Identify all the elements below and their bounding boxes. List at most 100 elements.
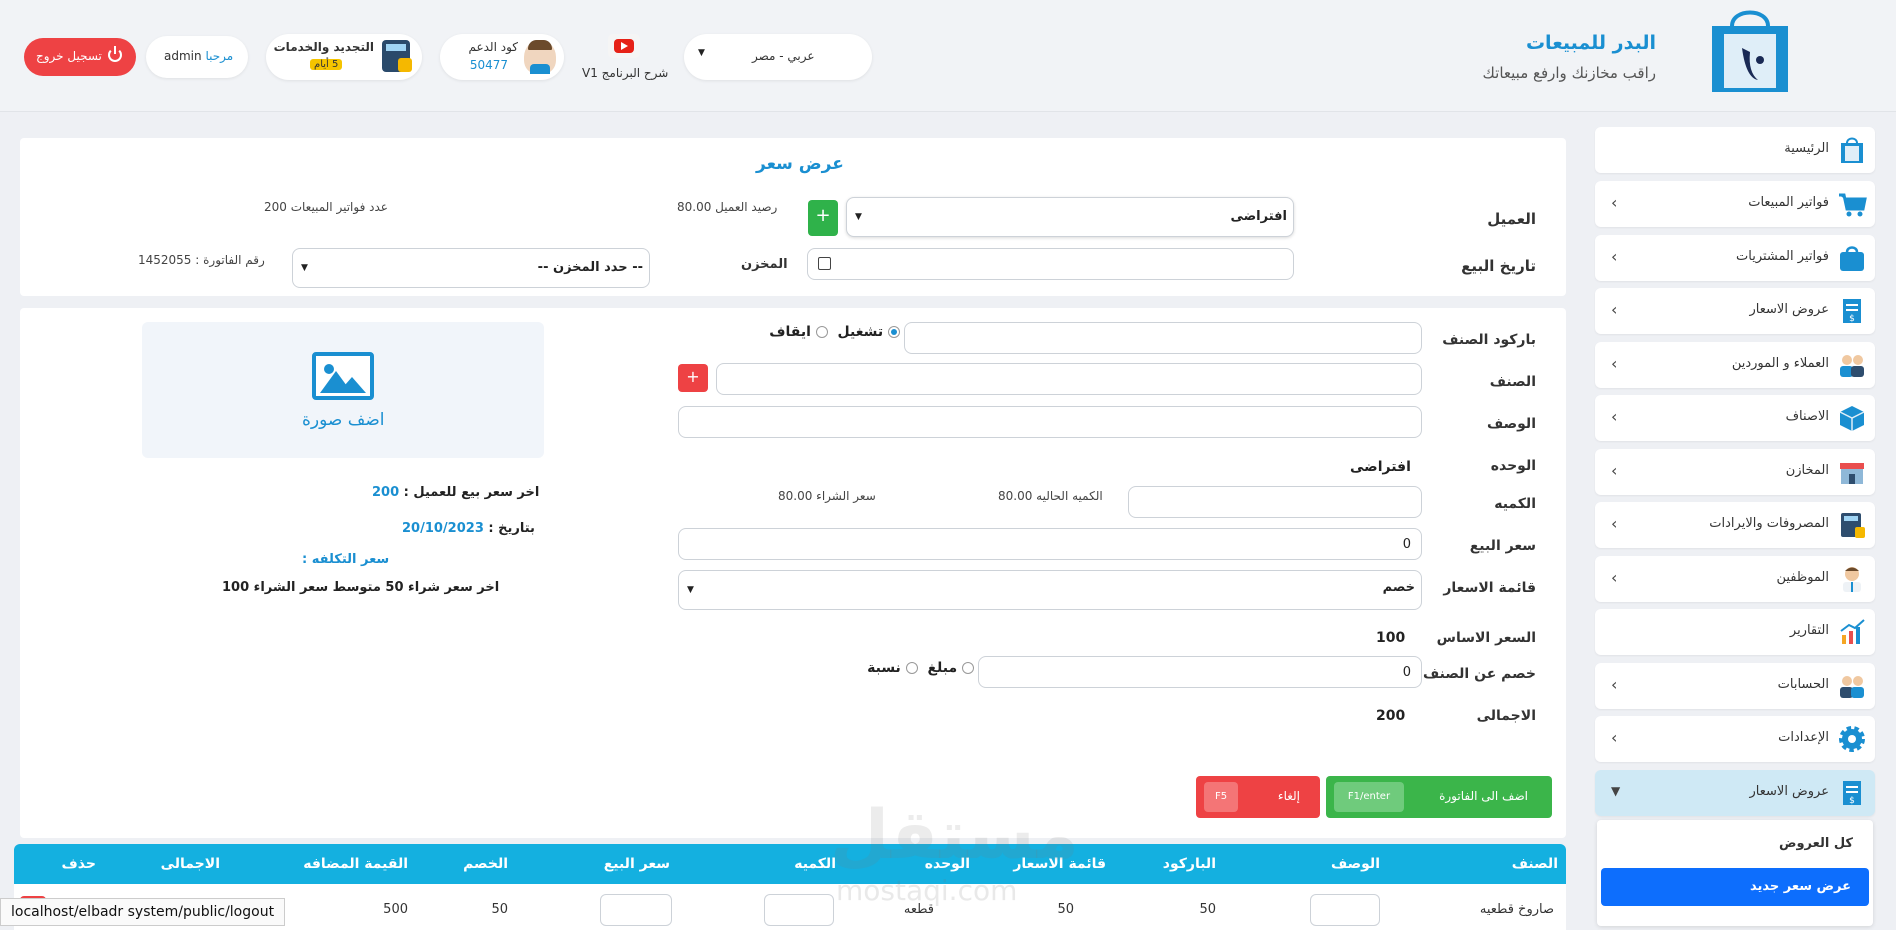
last-sale-date: بتاريخ : 20/10/2023: [402, 521, 535, 536]
sidebar-item-home[interactable]: الرئيسية: [1595, 127, 1875, 173]
item-total-label: الاجمالى: [1476, 708, 1536, 724]
current-quantity: الكميه الحاليه 80.00: [998, 489, 1103, 503]
cancel-button[interactable]: إلغاء F5: [1196, 776, 1320, 818]
discount-type-radio-group: مبلغ نسبة: [846, 660, 974, 684]
col-discount: الخصم: [463, 856, 508, 872]
sale-date-input[interactable]: [807, 248, 1294, 280]
sidebar-item-reports[interactable]: التقارير: [1595, 609, 1875, 655]
sidebar-item-employees[interactable]: الموظفين ‹: [1595, 556, 1875, 602]
watermark-url: mostaqi.com: [836, 874, 1018, 907]
col-vat: القيمة المضافه: [303, 856, 408, 872]
customer-label: العميل: [1487, 210, 1536, 228]
amount-radio[interactable]: [962, 662, 974, 674]
last-sale-price: اخر سعر بيع للعميل : 200: [372, 485, 540, 500]
sale-price-input[interactable]: 0: [678, 528, 1422, 560]
add-image-box[interactable]: اضف صورة: [142, 322, 544, 458]
submenu-new-offer[interactable]: عرض سعر جديد: [1601, 868, 1869, 906]
renewal-days-badge: 5 أيام: [310, 59, 343, 70]
purchase-price: سعر الشراء 80.00: [778, 489, 876, 503]
svg-text:$: $: [1849, 314, 1855, 324]
calculator-icon: [382, 40, 412, 72]
unit-label: الوحده: [1490, 458, 1536, 474]
employee-icon: [1843, 567, 1861, 592]
invoice-number: رقم الفاتورة : 1452055: [138, 253, 265, 267]
sale-date-label: تاريخ البيع: [1461, 257, 1536, 275]
cell-discount: 50: [491, 902, 508, 917]
price-list-select[interactable]: خصم ▼: [678, 570, 1422, 610]
last-purchase-info: اخر سعر شراء 50 متوسط سعر الشراء 100: [222, 580, 500, 595]
off-radio[interactable]: [815, 326, 828, 338]
gear-icon: [1839, 726, 1865, 752]
chevron-left-icon: ‹: [1611, 300, 1618, 319]
brand-title: البدر للمبيعات: [1525, 32, 1656, 54]
watermark-logo: مستقل: [830, 796, 1079, 875]
cost-price-label: سعر التكلفه :: [302, 552, 390, 567]
chevron-left-icon: ‹: [1611, 354, 1618, 373]
caret-down-icon: ▼: [687, 585, 694, 595]
sidebar-item-sales-invoices[interactable]: فواتير المبيعات ‹: [1595, 181, 1875, 227]
item-input[interactable]: [716, 363, 1422, 395]
add-customer-button[interactable]: +: [808, 200, 838, 236]
base-price-value: 100: [1376, 630, 1406, 646]
sidebar-item-stores[interactable]: المخازن ‹: [1595, 449, 1875, 495]
base-price-label: السعر الاساس: [1436, 630, 1536, 646]
chevron-left-icon: ‹: [1611, 514, 1618, 533]
caret-down-icon: ▼: [698, 48, 705, 58]
sale-price-label: سعر البيع: [1469, 538, 1536, 554]
top-bar: البدر للمبيعات راقب مخازنك وارفع مبيعاتك…: [0, 0, 1896, 112]
sidebar-item-accounts[interactable]: الحسابات ‹: [1595, 663, 1875, 709]
sidebar-item-items[interactable]: الاصناف ‹: [1595, 395, 1875, 441]
price-doc-icon: $: [1843, 781, 1861, 806]
add-item-button[interactable]: +: [678, 364, 708, 392]
item-entry-card: باركود الصنف تشغيل ايقاف الصنف + الوصف ا…: [20, 308, 1566, 838]
welcome-user: مرحبا admin: [146, 36, 248, 78]
sidebar-item-price-offers[interactable]: $ عروض الاسعار ‹: [1595, 288, 1875, 334]
sidebar-item-settings[interactable]: الإعدادات ‹: [1595, 716, 1875, 762]
submenu-all-offers[interactable]: كل العروض: [1779, 836, 1853, 851]
sidebar-item-price-offers-active[interactable]: $ عروض الاسعار ▼: [1595, 770, 1875, 816]
support-code-box: كود الدعم 50477: [440, 34, 564, 80]
cell-price-list: 50: [1057, 902, 1074, 917]
percent-radio[interactable]: [905, 662, 918, 674]
description-input[interactable]: [678, 406, 1422, 438]
cell-description-input[interactable]: [1310, 894, 1380, 926]
on-radio[interactable]: [888, 326, 900, 338]
cell-sale-price-input[interactable]: [600, 894, 672, 926]
sidebar-submenu: كل العروض عرض سعر جديد: [1597, 820, 1873, 926]
cell-quantity-input[interactable]: [764, 894, 834, 926]
sidebar-item-expenses-revenues[interactable]: المصروفات والايرادات ‹: [1595, 502, 1875, 548]
col-total: الاجمالى: [160, 856, 220, 872]
add-to-invoice-button[interactable]: اضف الى الفاتورة F1/enter: [1326, 776, 1552, 818]
sidebar-item-customers-suppliers[interactable]: العملاء و الموردين ‹: [1595, 342, 1875, 388]
chevron-left-icon: ‹: [1611, 247, 1618, 266]
barcode-input[interactable]: [904, 322, 1422, 354]
chevron-left-icon: ‹: [1611, 461, 1618, 480]
unit-value: افتراضى: [1350, 459, 1411, 475]
store-label: المخزن: [741, 257, 788, 272]
chevron-left-icon: ‹: [1611, 193, 1618, 212]
box-icon: [1839, 406, 1865, 431]
chevron-left-icon: ‹: [1611, 675, 1618, 694]
brand-logo: [1712, 10, 1788, 92]
accounts-icon: [1840, 676, 1864, 698]
description-label: الوصف: [1486, 416, 1536, 432]
image-icon: [312, 352, 374, 400]
barcode-label: باركود الصنف: [1442, 332, 1536, 348]
store-select[interactable]: -- حدد المخزن -- ▼: [292, 248, 650, 288]
sales-invoices-count: عدد فواتير المبيعات 200: [264, 200, 388, 214]
renewal-services-button[interactable]: التجديد والخدمات 5 أيام: [266, 34, 422, 80]
video-tutorial-link[interactable]: شرح البرنامج V1: [578, 30, 674, 86]
youtube-icon: [608, 34, 640, 58]
shortcut-f1-badge: F1/enter: [1334, 782, 1404, 812]
logout-button[interactable]: تسجيل خروج: [24, 38, 136, 76]
quantity-input[interactable]: [1128, 486, 1422, 518]
language-select[interactable]: عربي - مصر ▼: [684, 34, 872, 80]
item-label: الصنف: [1489, 374, 1536, 390]
calendar-icon: [818, 257, 831, 270]
sidebar-item-purchase-invoices[interactable]: فواتير المشتريات ‹: [1595, 235, 1875, 281]
item-discount-input[interactable]: 0: [978, 656, 1422, 688]
cart-icon: [1839, 193, 1867, 217]
shopping-bag-icon: [1841, 137, 1863, 163]
customer-select[interactable]: افتراضى ▼: [846, 197, 1294, 237]
brand-subtitle: راقب مخازنك وارفع مبيعاتك: [1482, 64, 1656, 82]
